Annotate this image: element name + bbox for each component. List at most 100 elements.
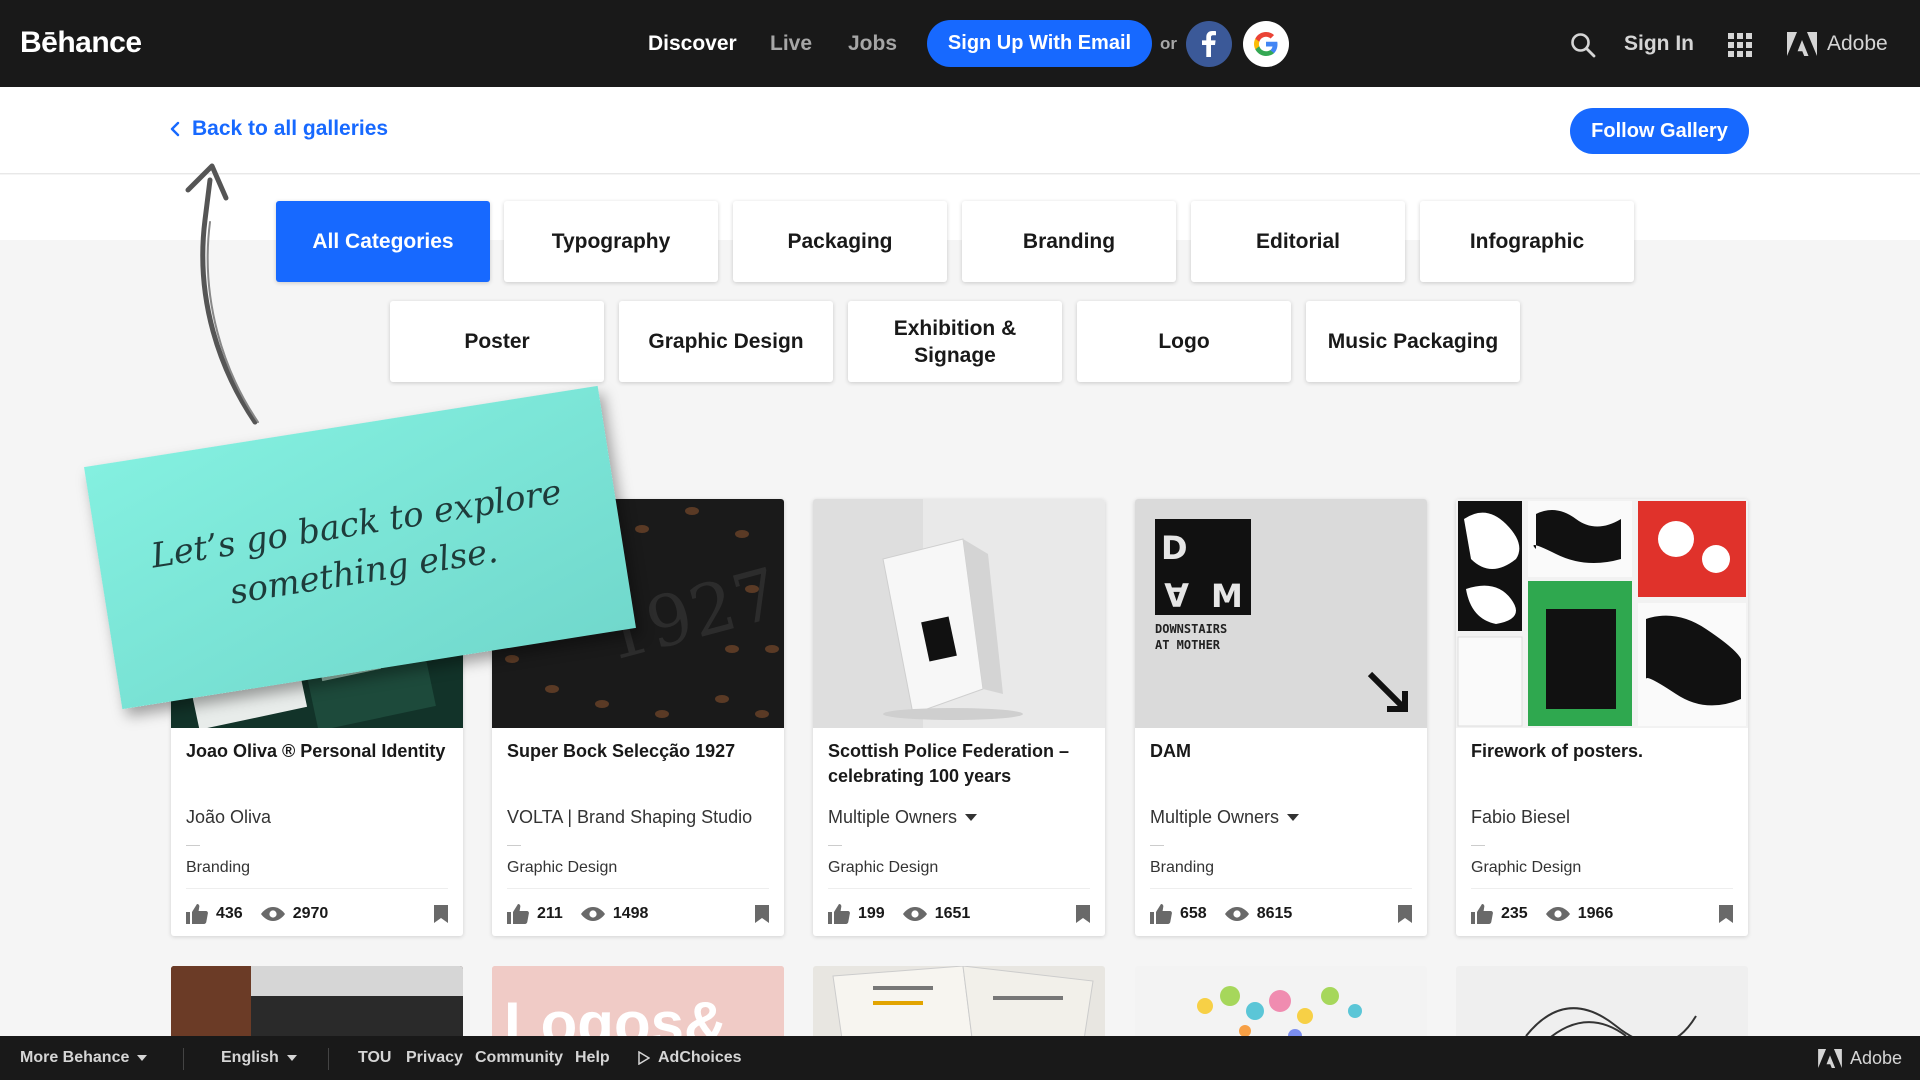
- sign-in-link[interactable]: Sign In: [1624, 0, 1694, 87]
- google-signup-button[interactable]: [1243, 21, 1289, 67]
- category-all[interactable]: All Categories: [276, 201, 490, 282]
- adobe-link[interactable]: Adobe: [1787, 30, 1888, 58]
- bookmark-icon[interactable]: [434, 905, 448, 923]
- project-title[interactable]: Scottish Police Federation – celebrating…: [828, 739, 1093, 789]
- top-navigation-bar: Bēhance Discover Live Jobs Sign Up With …: [0, 0, 1920, 87]
- project-thumbnail[interactable]: [1135, 966, 1427, 1046]
- divider: [1471, 845, 1485, 846]
- project-thumbnail[interactable]: [1456, 966, 1748, 1046]
- bookmark-icon[interactable]: [1076, 905, 1090, 923]
- project-title[interactable]: Super Bock Selecção 1927: [507, 739, 772, 764]
- project-card[interactable]: Firework of posters. Fabio Biesel Graphi…: [1456, 499, 1748, 936]
- hand-drawn-arrow-icon: [185, 163, 259, 425]
- category-exhibition-signage[interactable]: Exhibition & Signage: [848, 301, 1062, 382]
- divider: [507, 845, 521, 846]
- project-stats: 211 1498: [507, 903, 769, 925]
- search-icon[interactable]: [1570, 32, 1596, 58]
- project-thumbnail[interactable]: [813, 499, 1105, 728]
- behance-logo[interactable]: Bēhance: [20, 26, 142, 60]
- project-field[interactable]: Graphic Design: [828, 859, 938, 877]
- bookmark-icon[interactable]: [1719, 905, 1733, 923]
- project-field[interactable]: Branding: [1150, 859, 1214, 877]
- project-owner[interactable]: Multiple Owners: [1150, 807, 1300, 828]
- category-packaging[interactable]: Packaging: [733, 201, 947, 282]
- follow-gallery-button[interactable]: Follow Gallery: [1570, 108, 1749, 154]
- project-owner[interactable]: VOLTA | Brand Shaping Studio: [507, 807, 752, 828]
- category-logo[interactable]: Logo: [1077, 301, 1291, 382]
- divider: [1471, 888, 1733, 889]
- project-title[interactable]: Firework of posters.: [1471, 739, 1736, 764]
- language-label: English: [221, 1049, 279, 1066]
- apps-grid-icon[interactable]: [1728, 33, 1752, 57]
- project-field[interactable]: Graphic Design: [1471, 859, 1581, 877]
- footer-adobe-link[interactable]: Adobe: [1818, 1036, 1902, 1080]
- footer-separator: [328, 1048, 329, 1070]
- views-count: 8615: [1256, 905, 1293, 922]
- category-editorial[interactable]: Editorial: [1191, 201, 1405, 282]
- nav-jobs[interactable]: Jobs: [848, 0, 897, 87]
- footer-link-tou[interactable]: TOU: [358, 1036, 391, 1080]
- project-thumbnail[interactable]: Logos&: [492, 966, 784, 1046]
- thumbnail-a-letter: A: [1164, 575, 1189, 613]
- footer-link-privacy[interactable]: Privacy: [406, 1036, 463, 1080]
- language-selector[interactable]: English: [221, 1036, 297, 1080]
- project-owner[interactable]: Multiple Owners: [828, 807, 978, 828]
- project-thumbnail[interactable]: [1456, 499, 1748, 728]
- project-thumbnail[interactable]: [171, 966, 463, 1046]
- adchoices-label: AdChoices: [658, 1049, 742, 1066]
- footer-adchoices[interactable]: AdChoices: [638, 1036, 742, 1080]
- project-card[interactable]: D A M DOWNSTAIRS AT MOTHER DAM Multiple …: [1135, 499, 1427, 936]
- sign-up-email-button[interactable]: Sign Up With Email: [927, 20, 1152, 67]
- views-count: 1651: [934, 905, 971, 922]
- project-thumbnail[interactable]: [813, 966, 1105, 1046]
- views-count: 2970: [292, 905, 329, 922]
- category-branding[interactable]: Branding: [962, 201, 1176, 282]
- project-thumbnail[interactable]: D A M DOWNSTAIRS AT MOTHER: [1135, 499, 1427, 728]
- project-title[interactable]: DAM: [1150, 739, 1415, 764]
- project-title[interactable]: Joao Oliva ® Personal Identity: [186, 739, 451, 764]
- thumbnail-art: [1456, 966, 1748, 1046]
- views-stat: 8615: [1224, 905, 1293, 923]
- nav-live[interactable]: Live: [770, 0, 812, 87]
- footer-link-help[interactable]: Help: [575, 1036, 610, 1080]
- divider: [1150, 888, 1412, 889]
- views-stat: 1498: [580, 905, 648, 923]
- nav-discover[interactable]: Discover: [648, 0, 737, 87]
- footer-bar: More Behance English TOU Privacy Communi…: [0, 1036, 1920, 1080]
- footer-separator: [183, 1048, 184, 1070]
- views-stat: 2970: [260, 905, 329, 923]
- bookmark-icon[interactable]: [755, 905, 769, 923]
- project-owner[interactable]: Fabio Biesel: [1471, 807, 1570, 828]
- project-card[interactable]: Scottish Police Federation – celebrating…: [813, 499, 1105, 936]
- appreciations-stat: 658: [1150, 904, 1207, 924]
- thumbnail-m-letter: M: [1211, 577, 1243, 615]
- appreciations-stat: 199: [828, 904, 885, 924]
- project-field[interactable]: Branding: [186, 859, 250, 877]
- thumbs-up-icon: [507, 904, 529, 924]
- or-label: or: [1160, 34, 1177, 53]
- back-to-galleries-link[interactable]: Back to all galleries: [170, 117, 388, 141]
- thumbs-up-icon: [1471, 904, 1493, 924]
- category-poster[interactable]: Poster: [390, 301, 604, 382]
- category-infographic[interactable]: Infographic: [1420, 201, 1634, 282]
- likes-count: 199: [858, 905, 885, 922]
- project-field[interactable]: Graphic Design: [507, 859, 617, 877]
- project-owner[interactable]: João Oliva: [186, 807, 271, 828]
- bookmark-icon[interactable]: [1398, 905, 1412, 923]
- project-stats: 235 1966: [1471, 903, 1733, 925]
- facebook-signup-button[interactable]: [1186, 21, 1232, 67]
- thumbs-up-icon: [828, 904, 850, 924]
- thumbnail-art: [813, 499, 1105, 728]
- eye-icon: [1224, 907, 1249, 921]
- thumbnail-art: [813, 966, 1105, 1046]
- facebook-icon: [1202, 31, 1216, 57]
- caret-down-icon[interactable]: [965, 813, 978, 822]
- eye-icon: [1545, 907, 1570, 921]
- more-behance-menu[interactable]: More Behance: [20, 1036, 148, 1080]
- caret-down-icon[interactable]: [1287, 813, 1300, 822]
- footer-link-community[interactable]: Community: [475, 1036, 563, 1080]
- category-graphic-design[interactable]: Graphic Design: [619, 301, 833, 382]
- owner-name: João Oliva: [186, 807, 272, 827]
- category-music-packaging[interactable]: Music Packaging: [1306, 301, 1520, 382]
- category-typography[interactable]: Typography: [504, 201, 718, 282]
